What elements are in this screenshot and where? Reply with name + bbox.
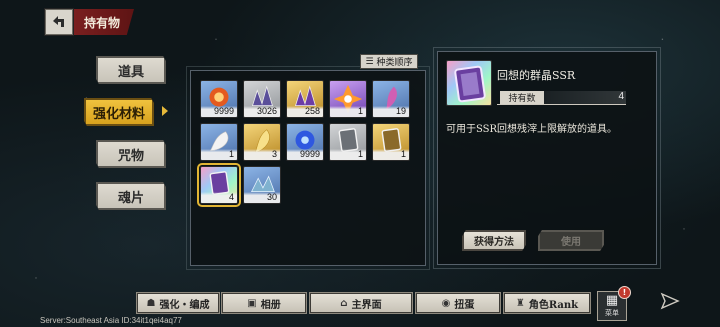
- album-icon: ▣: [247, 297, 257, 309]
- rank-icon: ♜: [515, 297, 525, 309]
- team-icon: ☗: [146, 297, 156, 309]
- item-count: 1: [330, 106, 366, 117]
- nav-character-rank-label: 角色Rank: [528, 299, 579, 311]
- item-slot[interactable]: 9999: [286, 123, 324, 161]
- item-slot[interactable]: 1: [200, 123, 238, 161]
- category-tab-soul-shards[interactable]: 魂片: [96, 182, 166, 210]
- category-tab-materials[interactable]: 强化材料: [84, 98, 154, 126]
- grid-menu-icon: ▦: [605, 293, 619, 308]
- nav-album-label: 相册: [260, 299, 281, 311]
- item-count: 1: [330, 149, 366, 160]
- nav-home-label: 主界面: [351, 299, 382, 311]
- nav-enhance-team[interactable]: ☗ 强化・编成: [136, 292, 220, 314]
- item-count: 3026: [244, 106, 280, 117]
- nav-gacha-label: 扭蛋: [454, 299, 475, 311]
- item-slot[interactable]: 3026: [243, 80, 281, 118]
- sort-button-label: 种类顺序: [376, 58, 413, 68]
- use-button[interactable]: 使用: [538, 230, 604, 251]
- server-info: Server:Southeast Asia ID:34it1qei4aq77: [40, 316, 182, 325]
- owned-count-value: 4: [618, 91, 624, 102]
- item-slot[interactable]: 30: [243, 166, 281, 204]
- item-count: 9999: [287, 149, 323, 160]
- menu-alert-badge: !: [618, 286, 631, 299]
- item-count: 9999: [201, 106, 237, 117]
- item-slot[interactable]: 258: [286, 80, 324, 118]
- item-count: 1: [201, 149, 237, 160]
- detail-item-name: 回想的群晶SSR: [497, 69, 576, 82]
- category-tab-curses[interactable]: 咒物: [96, 140, 166, 168]
- page-title: 持有物: [74, 9, 134, 35]
- item-count: 1: [373, 149, 409, 160]
- active-tab-arrow-icon: [162, 106, 168, 116]
- item-count: 19: [373, 106, 409, 117]
- item-slot[interactable]: 1: [329, 123, 367, 161]
- menu-label: 菜单: [605, 309, 619, 317]
- item-slot[interactable]: 1: [372, 123, 410, 161]
- item-slot[interactable]: 19: [372, 80, 410, 118]
- mirror-shard-icon: [454, 65, 486, 103]
- item-count: 30: [244, 192, 280, 203]
- item-slot[interactable]: 9999: [200, 80, 238, 118]
- category-tab-items[interactable]: 道具: [96, 56, 166, 84]
- owned-count-label: 持有数: [500, 91, 544, 104]
- sort-button[interactable]: ☰ 种类顺序: [360, 54, 418, 69]
- home-icon: ⌂: [340, 297, 348, 309]
- nav-home[interactable]: ⌂ 主界面: [309, 292, 413, 314]
- sort-icon: ☰: [365, 56, 374, 67]
- back-button[interactable]: [45, 9, 73, 35]
- nav-album[interactable]: ▣ 相册: [221, 292, 307, 314]
- nav-enhance-team-label: 强化・编成: [159, 299, 210, 311]
- detail-description: 可用于SSR回想残滓上限解放的道具。: [446, 124, 618, 135]
- item-slot[interactable]: 1: [329, 80, 367, 118]
- item-count: 3: [244, 149, 280, 160]
- item-count: 258: [287, 106, 323, 117]
- send-icon[interactable]: [660, 292, 680, 310]
- back-arrow-icon: [53, 16, 64, 27]
- item-slot[interactable]: 4: [197, 163, 241, 207]
- obtain-method-button[interactable]: 获得方法: [462, 230, 526, 251]
- item-count: 4: [201, 192, 237, 203]
- nav-character-rank[interactable]: ♜ 角色Rank: [503, 292, 591, 314]
- item-slot[interactable]: 3: [243, 123, 281, 161]
- detail-item-icon: [446, 60, 492, 106]
- nav-gacha[interactable]: ◉ 扭蛋: [415, 292, 501, 314]
- gacha-icon: ◉: [441, 297, 451, 309]
- item-grid: 9999 3026 258 1 19 1 3 9999 1 1 4 30: [197, 80, 420, 207]
